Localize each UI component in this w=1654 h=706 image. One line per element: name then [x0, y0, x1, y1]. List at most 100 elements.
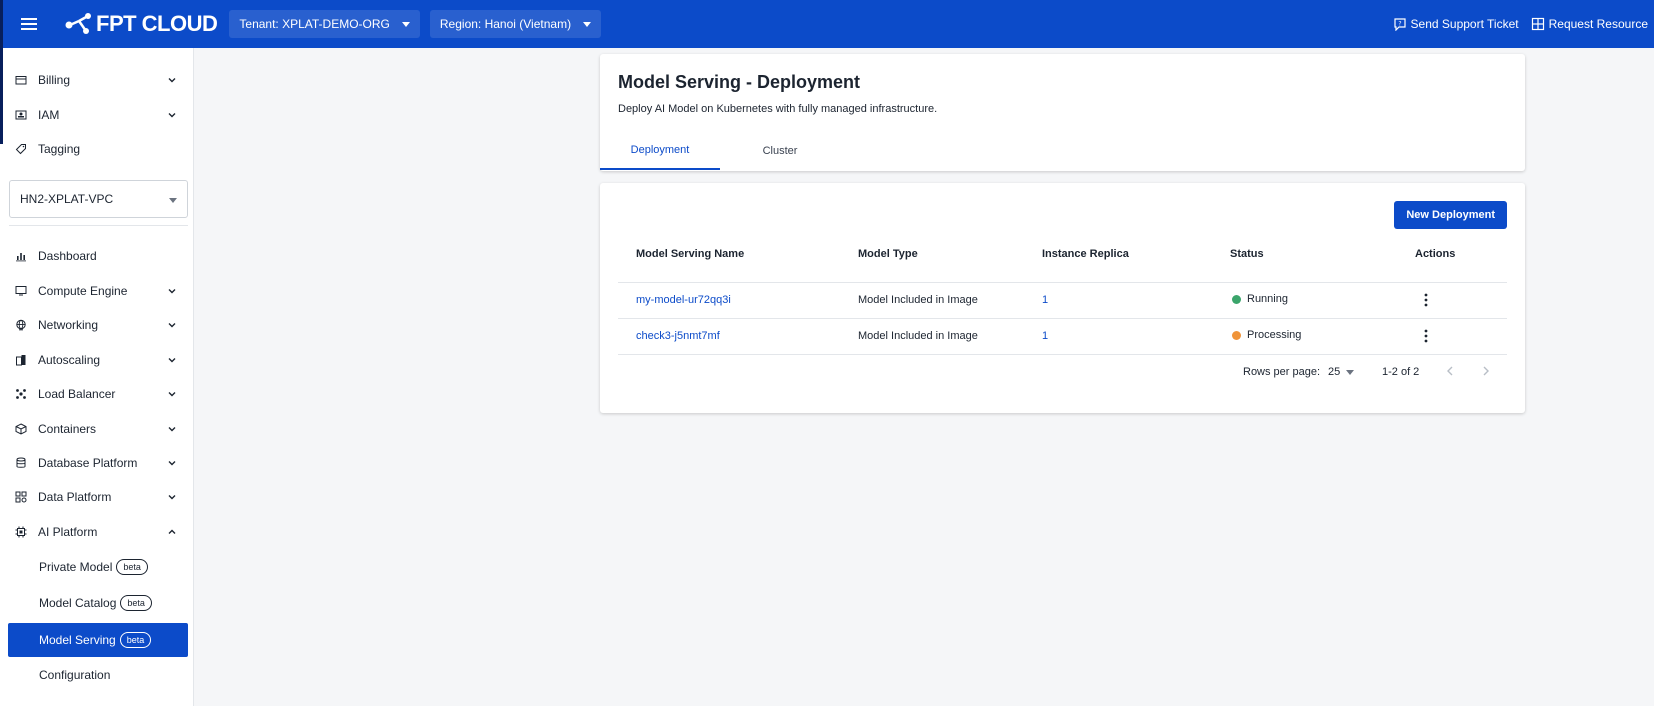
database-icon	[14, 456, 28, 470]
model-serving-name-link[interactable]: my-model-ur72qq3i	[636, 294, 731, 306]
vpc-select[interactable]: HN2-XPLAT-VPC	[9, 180, 188, 218]
sidebar-item-label: Networking	[38, 318, 99, 332]
grid-plus-icon	[1531, 17, 1544, 31]
window-edge	[0, 0, 3, 48]
box-icon	[14, 422, 28, 436]
column-header-actions: Actions	[1415, 248, 1456, 260]
model-serving-name-link[interactable]: check3-j5nmt7mf	[636, 330, 720, 342]
chevron-down-icon	[168, 392, 176, 397]
logo-text: FPT CLOUD	[96, 11, 218, 36]
status-text: Processing	[1247, 329, 1302, 341]
rows-per-page-value: 25	[1328, 366, 1341, 378]
beta-badge: beta	[116, 559, 148, 575]
row-actions-menu-icon[interactable]	[1420, 292, 1432, 308]
region-select[interactable]: Region: Hanoi (Vietnam)	[429, 10, 602, 38]
tab-cluster[interactable]: Cluster	[720, 132, 840, 170]
tab-deployment[interactable]: Deployment	[600, 132, 720, 170]
window-edge	[0, 48, 3, 144]
sidebar-item-load-balancer[interactable]: Load Balancer	[8, 379, 188, 409]
sidebar-item-label: Database Platform	[38, 456, 138, 470]
request-resource-link[interactable]: Request Resource	[1531, 17, 1648, 31]
menu-icon[interactable]	[16, 0, 42, 48]
sidebar-item-data-platform[interactable]: Data Platform	[8, 482, 188, 512]
page-header-card: Model Serving - Deployment Deploy AI Mod…	[600, 54, 1525, 171]
caret-down-icon	[169, 198, 177, 203]
column-header-model-type[interactable]: Model Type	[858, 248, 918, 260]
model-type-cell: Model Included in Image	[858, 330, 978, 342]
sidebar-item-database-platform[interactable]: Database Platform	[8, 448, 188, 478]
instance-replica-cell: 1	[1042, 330, 1049, 342]
chevron-down-icon	[168, 323, 176, 328]
rows-per-page-select[interactable]: 25	[1328, 366, 1355, 378]
table-row-divider	[618, 318, 1507, 319]
row-actions-menu-icon[interactable]	[1420, 328, 1432, 344]
sidebar-item-billing[interactable]: Billing	[8, 65, 188, 95]
status-text: Running	[1247, 293, 1288, 305]
sidebar-item-label: Data Platform	[38, 490, 112, 504]
caret-down-icon	[401, 21, 410, 27]
page-title: Model Serving - Deployment	[618, 72, 861, 92]
monitor-icon	[14, 284, 28, 298]
sidebar-item-networking[interactable]: Networking	[8, 310, 188, 340]
network-logo-icon	[65, 13, 91, 34]
chevron-down-icon	[168, 78, 176, 83]
status-dot-running	[1232, 294, 1241, 304]
sidebar-subitem-model-catalog[interactable]: Model Catalog beta	[8, 586, 188, 620]
sidebar-item-iam[interactable]: IAM	[8, 100, 188, 130]
sidebar-item-label: Tagging	[38, 142, 81, 156]
top-bar: FPT CLOUD Tenant: XPLAT-DEMO-ORG Region:…	[0, 0, 1654, 48]
building-icon	[14, 353, 28, 367]
chevron-down-icon	[168, 113, 176, 118]
column-header-status[interactable]: Status	[1230, 248, 1264, 260]
data-platform-icon	[14, 490, 28, 504]
chip-icon	[14, 525, 28, 539]
sidebar-item-tagging[interactable]: Tagging	[8, 134, 188, 164]
tenant-select[interactable]: Tenant: XPLAT-DEMO-ORG	[229, 10, 420, 38]
pagination-range: 1-2 of 2	[1382, 366, 1420, 378]
sidebar-item-containers[interactable]: Containers	[8, 414, 188, 444]
table-divider	[618, 282, 1507, 283]
sidebar-item-label: Autoscaling	[38, 353, 101, 367]
vpc-value: HN2-XPLAT-VPC	[20, 192, 114, 206]
column-header-name[interactable]: Model Serving Name	[636, 248, 744, 260]
region-label: Region: Hanoi (Vietnam)	[439, 17, 572, 31]
rows-per-page-label: Rows per page:	[1243, 366, 1321, 378]
status-badge: Processing	[1232, 329, 1301, 341]
chevron-down-icon	[168, 427, 176, 432]
sidebar-subitem-private-model[interactable]: Private Model beta	[8, 550, 188, 584]
help-chat-icon: ?	[1393, 18, 1406, 31]
sidebar-item-ai-platform[interactable]: AI Platform	[8, 517, 188, 547]
send-support-ticket-link[interactable]: ? Send Support Ticket	[1393, 17, 1519, 31]
page-description: Deploy AI Model on Kubernetes with fully…	[618, 103, 938, 115]
chevron-right-icon[interactable]	[1478, 363, 1494, 379]
sidebar-item-compute-engine[interactable]: Compute Engine	[8, 276, 188, 306]
new-deployment-button[interactable]: New Deployment	[1394, 201, 1507, 229]
chevron-left-icon[interactable]	[1442, 363, 1458, 379]
column-header-instance-replica[interactable]: Instance Replica	[1042, 248, 1129, 260]
status-badge: Running	[1232, 293, 1288, 305]
globe-icon	[14, 318, 28, 332]
deployment-table-card: New Deployment Model Serving Name Model …	[600, 183, 1525, 413]
fpt-cloud-logo[interactable]: FPT CLOUD	[64, 11, 218, 37]
table-row-divider	[618, 354, 1507, 355]
tenant-label: Tenant: XPLAT-DEMO-ORG	[239, 17, 390, 31]
sidebar-subitem-label: Model Serving	[39, 633, 116, 647]
status-dot-processing	[1232, 330, 1241, 340]
sidebar-item-label: Load Balancer	[38, 387, 116, 401]
sidebar-item-autoscaling[interactable]: Autoscaling	[8, 345, 188, 375]
sidebar-item-label: AI Platform	[38, 525, 98, 539]
sidebar-subitem-label: Model Catalog	[39, 596, 117, 610]
support-label: Send Support Ticket	[1410, 17, 1519, 31]
sidebar-subitem-label: Private Model	[39, 560, 113, 574]
sidebar-subitem-model-serving[interactable]: Model Serving beta	[8, 623, 188, 657]
sidebar-item-dashboard[interactable]: Dashboard	[8, 241, 188, 271]
sidebar: Billing IAM Tagging HN2-XPLAT-VPC Dashbo…	[0, 48, 194, 706]
caret-down-icon	[583, 21, 592, 27]
chevron-down-icon	[168, 289, 176, 294]
sidebar-divider	[9, 225, 188, 226]
svg-text:?: ?	[1398, 21, 1401, 28]
chevron-down-icon	[168, 358, 176, 363]
bar-chart-icon	[14, 249, 28, 263]
sidebar-subitem-configuration[interactable]: Configuration	[8, 658, 188, 692]
caret-down-icon	[1346, 369, 1355, 375]
